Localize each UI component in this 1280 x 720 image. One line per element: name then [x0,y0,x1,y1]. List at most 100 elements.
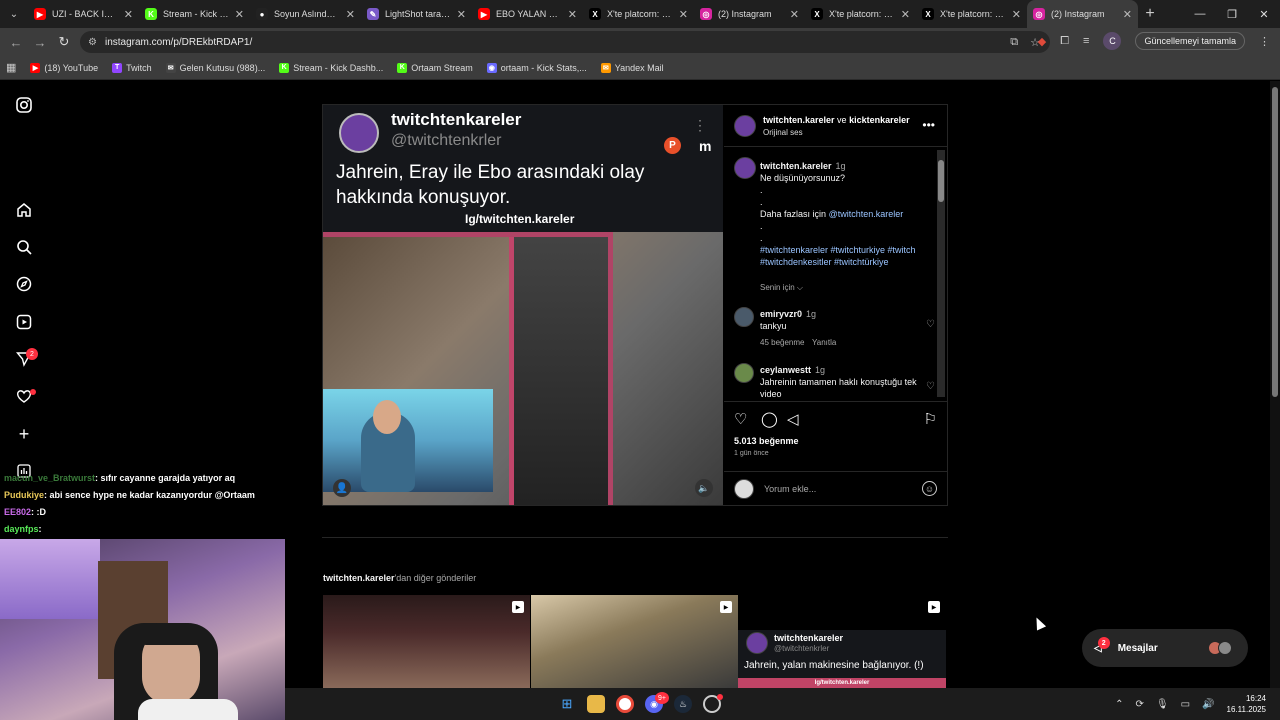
apps-icon[interactable]: ▦ [6,61,16,74]
audio-label[interactable]: Orijinal ses [763,128,803,137]
comment-like-icon[interactable]: ♡ [926,319,935,330]
browser-tab[interactable]: ▶ EBO YALAN MAKİ ✕ [472,0,583,28]
browser-tab[interactable]: ◎ (2) Instagram ✕ [694,0,805,28]
bookmark-item[interactable]: ✉ Gelen Kutusu (988)... [165,62,265,73]
likes-count[interactable]: 5.013 beğenme [734,436,799,446]
bookmark-item[interactable]: K Stream - Kick Dashb... [279,62,383,73]
comment-avatar[interactable] [734,363,754,383]
reading-list-icon[interactable]: ≡ [1083,35,1089,47]
tab-close-icon[interactable]: ✕ [457,8,466,21]
tab-close-icon[interactable]: ✕ [1123,8,1132,21]
instagram-logo-icon[interactable] [14,95,34,115]
search-icon[interactable] [14,237,34,257]
browser-tab[interactable]: ◎ (2) Instagram ✕ [1027,0,1138,28]
extensions-icon[interactable]: ⧠ [1060,35,1069,48]
network-icon[interactable]: ▭ [1181,699,1190,710]
caption-mention-link[interactable]: @twitchten.kareler [829,209,904,219]
grid-post-thumbnail[interactable]: ▶ [323,595,530,688]
volume-icon[interactable]: 🔈 [695,479,713,497]
speaker-icon[interactable]: 🔊 [1202,699,1214,710]
new-tab-button[interactable]: + [1138,5,1162,23]
caption-avatar[interactable] [734,157,756,179]
close-window-icon[interactable]: ✕ [1248,0,1280,28]
tab-close-icon[interactable]: ✕ [901,8,910,21]
comment-reply-link[interactable]: Yanıtla [812,338,836,347]
like-heart-icon[interactable]: ♡ [734,410,747,428]
post-options-icon[interactable]: ••• [922,118,935,132]
tab-close-icon[interactable]: ✕ [235,8,244,21]
start-icon[interactable]: ⊞ [558,695,576,713]
home-icon[interactable] [14,200,34,220]
browser-tab[interactable]: X X'te platcorn: "As ✕ [916,0,1027,28]
profile-avatar[interactable]: C [1103,32,1122,50]
emoji-icon[interactable]: ☺ [922,481,937,496]
comment-avatar[interactable] [734,307,754,327]
bookmark-item[interactable]: ◉ ortaam - Kick Stats,... [486,62,587,73]
steam-icon[interactable]: ♨ [674,695,692,713]
clock[interactable]: 16:24 16.11.2025 [1227,693,1266,715]
create-icon[interactable]: + [14,424,34,444]
caption-user[interactable]: twitchten.kareler [760,161,832,171]
browser-tab[interactable]: ✎ LightShot tarafın ✕ [361,0,472,28]
tray-overflow-icon[interactable]: ⌃ [1115,699,1123,710]
back-icon[interactable]: ← [4,35,28,50]
address-bar[interactable]: ⚙ instagram.com/p/DREkbtRDAP1/ ⧉ ☆ [80,31,1050,53]
comments-scrollbar[interactable] [937,150,945,397]
tab-close-icon[interactable]: ✕ [1012,8,1021,21]
for-you-toggle[interactable]: Senin için ⌵ [760,282,930,294]
comments-list[interactable]: twitchten.kareler 1g Ne düşünüyorsunuz? .… [724,148,947,398]
bookmark-item[interactable]: ▶ (18) YouTube [30,62,98,73]
caption-hashtags[interactable]: #twitchdenkesitler #twitchtürkiye [760,257,889,267]
browser-tab[interactable]: X X'te platcorn: "Kic ✕ [805,0,916,28]
chrome-icon[interactable] [616,695,634,713]
caption-hashtags[interactable]: #twitchtenkareler #twitchturkiye #twitch [760,245,916,255]
sync-icon[interactable]: ⟳ [1136,699,1144,710]
more-posts-user[interactable]: twitchten.kareler [323,573,395,583]
explore-icon[interactable] [14,274,34,294]
browser-tab[interactable]: ▶ UZI - BACK IN BU ✕ [28,0,139,28]
comment-icon[interactable]: ◯ [761,410,778,428]
forward-icon[interactable]: → [28,35,52,50]
page-scrollbar[interactable] [1270,81,1280,688]
comments-scrollbar-thumb[interactable] [938,160,944,202]
tab-close-icon[interactable]: ✕ [124,8,133,21]
comment-like-icon[interactable]: ♡ [926,381,935,392]
messages-button[interactable]: ◁ 2 Mesajlar [1082,629,1248,667]
tab-close-icon[interactable]: ✕ [679,8,688,21]
maximize-icon[interactable]: ❐ [1216,0,1248,28]
menu-icon[interactable]: ⋮ [1259,35,1270,48]
tab-search-icon[interactable]: ⌄ [0,0,28,28]
save-bookmark-icon[interactable]: ⚐ [924,410,937,428]
browser-tab[interactable]: K Stream - Kick Das ✕ [139,0,250,28]
page-scrollbar-thumb[interactable] [1272,87,1278,397]
author-link[interactable]: twitchten.kareler [763,115,835,125]
file-explorer-icon[interactable] [587,695,605,713]
bookmark-item[interactable]: K Ortaam Stream [397,62,473,73]
reload-icon[interactable]: ↻ [52,34,76,50]
grid-post-thumbnail[interactable]: ▶ twitchtenkareler @twitchtenkrler Jahre… [738,595,946,688]
tab-close-icon[interactable]: ✕ [568,8,577,21]
comment-likes[interactable]: 45 beğenme [760,338,804,347]
site-info-icon[interactable]: ⚙ [88,37,97,48]
grid-post-thumbnail[interactable]: ▶ [531,595,738,688]
tagged-users-icon[interactable]: 👤 [333,479,351,497]
mic-icon[interactable]: 🎙 [1156,699,1169,710]
reels-icon[interactable] [14,312,34,332]
post-video[interactable]: twitchtenkareler @twitchtenkrler ⋮ P m J… [323,105,723,505]
share-icon[interactable]: ◁ [787,410,799,428]
update-button[interactable]: Güncellemeyi tamamla [1135,32,1245,50]
tab-close-icon[interactable]: ✕ [790,8,799,21]
minimize-icon[interactable]: — [1184,0,1216,28]
install-app-icon[interactable]: ⧉ [1010,36,1018,49]
coauthor-link[interactable]: kicktenkareler [849,115,910,125]
comment-user[interactable]: ceylanwestt [760,365,811,375]
browser-tab[interactable]: ● Soyun Aslında Ha ✕ [250,0,361,28]
tab-close-icon[interactable]: ✕ [346,8,355,21]
bookmark-item[interactable]: ✉ Yandex Mail [600,62,664,73]
comment-user[interactable]: emiryvzr0 [760,309,802,319]
extension-ublock-icon[interactable]: ◆ [1038,35,1046,48]
comment-input[interactable]: Yorum ekle... [764,484,816,494]
browser-tab[interactable]: X X'te platcorn: "Kic ✕ [583,0,694,28]
bookmark-item[interactable]: T Twitch [112,62,152,73]
author-avatar[interactable] [734,115,756,137]
